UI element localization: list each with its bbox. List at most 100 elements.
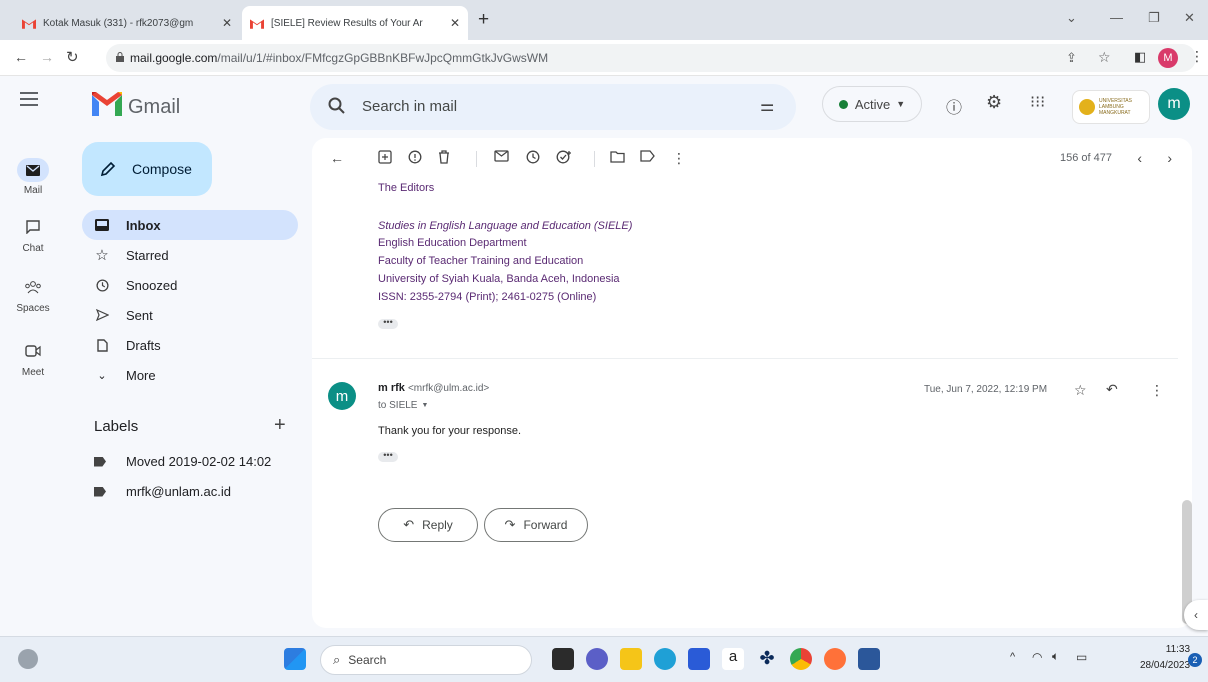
label-name: mrfk@unlam.ac.id (126, 484, 231, 499)
sender-avatar[interactable]: m (328, 382, 356, 410)
reload-icon[interactable]: ↻ (66, 48, 79, 66)
settings-gear-icon[interactable]: ⚙ (986, 92, 1002, 113)
system-clock[interactable]: 11:33 28/04/2023 (1140, 642, 1190, 674)
message-date: Tue, Jun 7, 2022, 12:19 PM (924, 384, 1048, 395)
move-to-icon[interactable] (610, 150, 625, 163)
amazon-icon[interactable]: a (722, 648, 744, 670)
taskbar-search-label: Search (348, 653, 387, 667)
apps-grid-icon[interactable]: ⁝⁝⁝ (1030, 92, 1045, 112)
recipient-line[interactable]: to SIELE ▼ (378, 400, 428, 411)
status-chip[interactable]: Active ▼ (822, 86, 922, 122)
forward-arrow-icon[interactable]: → (40, 49, 54, 65)
side-panel-icon[interactable]: ◧ (1134, 49, 1146, 65)
side-panel-toggle-icon[interactable]: ‹ (1184, 600, 1208, 630)
sidebar-item-inbox[interactable]: Inbox (82, 210, 298, 240)
notification-badge[interactable]: 2 (1188, 653, 1202, 667)
volume-icon[interactable]: 🔈︎ (1052, 649, 1059, 664)
tab-title: Kotak Masuk (331) - rfk2073@gm (43, 17, 194, 29)
sender-line[interactable]: m rfk <mrfk@ulm.ac.id> (378, 382, 489, 394)
star-icon[interactable]: ☆ (1074, 382, 1087, 399)
share-icon[interactable]: ⇪ (1066, 50, 1077, 66)
battery-icon[interactable]: ▭ (1076, 650, 1087, 664)
new-tab-button[interactable]: + (478, 9, 489, 31)
bookmark-star-icon[interactable]: ☆ (1098, 49, 1111, 66)
delete-icon[interactable] (438, 150, 450, 164)
task-view-icon[interactable] (552, 648, 574, 670)
sidebar-item-label: More (126, 367, 156, 383)
newer-chevron-icon[interactable]: ‹ (1137, 150, 1142, 166)
mark-unread-icon[interactable] (494, 150, 509, 162)
widgets-icon[interactable] (18, 649, 38, 669)
account-avatar[interactable]: m (1158, 88, 1190, 120)
back-to-inbox-icon[interactable]: ← (330, 150, 344, 166)
add-label-button[interactable]: + (274, 414, 286, 437)
browser-tab-kotak-masuk[interactable]: Kotak Masuk (331) - rfk2073@gm ✕ (14, 6, 240, 40)
search-icon[interactable] (328, 97, 346, 115)
close-tab-icon[interactable]: ✕ (222, 16, 232, 30)
close-tab-icon[interactable]: ✕ (450, 16, 460, 30)
os-taskbar: ⌕ Search a ✤ ^ ◠ 🔈︎ ▭ 11:33 28/04/2023 2 (0, 636, 1208, 682)
restore-button[interactable]: ❐ (1148, 10, 1160, 26)
sidebar-item-starred[interactable]: ☆ Starred (82, 240, 298, 270)
main-menu-icon[interactable] (20, 92, 38, 106)
sender-email: <mrfk@ulm.ac.id> (407, 383, 490, 394)
label-item[interactable]: Moved 2019-02-02 14:02 (94, 454, 271, 469)
wifi-icon[interactable]: ◠ (1032, 650, 1042, 664)
word-icon[interactable] (858, 648, 880, 670)
organization-logo[interactable]: UNIVERSITAS LAMBUNG MANGKURAT (1072, 90, 1150, 124)
sidebar-item-snoozed[interactable]: Snoozed (82, 270, 298, 300)
labels-heading: Labels (94, 418, 139, 435)
search-input[interactable]: Search in mail (362, 98, 457, 115)
rail-spaces[interactable]: Spaces (0, 274, 66, 314)
rail-meet[interactable]: Meet (0, 338, 66, 378)
toolbar-divider (476, 151, 477, 167)
teams-chat-icon[interactable] (586, 648, 608, 670)
label-item[interactable]: mrfk@unlam.ac.id (94, 484, 231, 499)
snooze-icon[interactable] (526, 150, 540, 164)
sidebar-item-label: Drafts (126, 337, 161, 353)
help-icon[interactable]: ⓘ (946, 94, 962, 118)
dropbox-icon[interactable]: ✤ (756, 648, 778, 670)
older-chevron-icon[interactable]: › (1167, 150, 1172, 166)
search-bar[interactable]: Search in mail ⚌ (310, 84, 796, 130)
show-trimmed-content-button[interactable]: ••• (378, 451, 398, 462)
sidebar-item-drafts[interactable]: Drafts (82, 330, 298, 360)
forward-icon: ↷ (504, 517, 516, 532)
more-actions-icon[interactable]: ⋮ (672, 150, 686, 167)
rail-chat[interactable]: Chat (0, 214, 66, 254)
sidebar-item-more[interactable]: ⌄ More (82, 360, 298, 390)
browser-tab-siele[interactable]: [SIELE] Review Results of Your Ar ✕ (242, 6, 468, 40)
back-arrow-icon[interactable]: ← (14, 49, 28, 65)
message-more-icon[interactable]: ⋮ (1150, 382, 1164, 399)
firefox-icon[interactable] (824, 648, 846, 670)
file-explorer-icon[interactable] (620, 648, 642, 670)
taskbar-search[interactable]: ⌕ Search (320, 645, 532, 675)
meet-icon (20, 338, 46, 364)
show-hidden-icons-chevron-icon[interactable]: ^ (1010, 651, 1015, 663)
gmail-logo-icon[interactable] (92, 92, 122, 116)
add-to-tasks-icon[interactable] (556, 150, 572, 164)
forward-button[interactable]: ↷ Forward (484, 508, 588, 542)
profile-avatar[interactable]: M (1158, 48, 1178, 68)
label-icon[interactable] (640, 150, 655, 162)
chrome-icon[interactable] (790, 648, 812, 670)
reply-arrow-icon[interactable]: ↶ (1106, 381, 1118, 398)
archive-icon[interactable] (378, 150, 392, 164)
rail-mail[interactable]: Mail (0, 158, 66, 196)
window-close-button[interactable]: ✕ (1184, 10, 1195, 26)
windows-start-icon[interactable] (284, 648, 306, 670)
report-spam-icon[interactable] (408, 150, 422, 164)
sidebar-item-sent[interactable]: Sent (82, 300, 298, 330)
label-name: Moved 2019-02-02 14:02 (126, 454, 272, 469)
browser-menu-icon[interactable]: ⋮ (1190, 48, 1204, 65)
tab-search-chevron-icon[interactable]: ⌄ (1066, 10, 1077, 26)
search-options-icon[interactable]: ⚌ (760, 96, 774, 116)
store-icon[interactable] (688, 648, 710, 670)
reply-button[interactable]: ↶ Reply (378, 508, 478, 542)
show-trimmed-content-button[interactable]: ••• (378, 318, 398, 329)
compose-button[interactable]: Compose (82, 142, 212, 196)
edge-browser-icon[interactable] (654, 648, 676, 670)
pencil-icon (100, 161, 116, 177)
minimize-button[interactable]: — (1110, 10, 1123, 25)
address-bar[interactable]: mail.google.com/mail/u/1/#inbox/FMfcgzGp… (106, 44, 1196, 72)
